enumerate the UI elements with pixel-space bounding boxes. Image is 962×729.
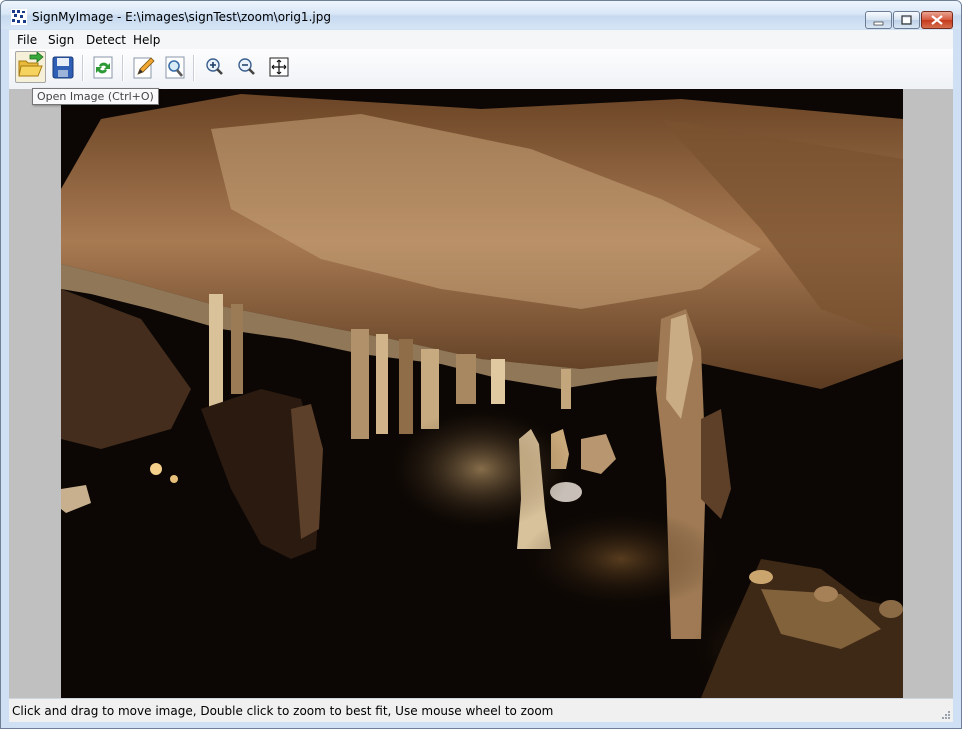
status-bar: Click and drag to move image, Double cli…	[9, 698, 953, 722]
window-title: SignMyImage - E:\images\signTest\zoom\or…	[32, 10, 331, 24]
title-bar[interactable]: SignMyImage - E:\images\signTest\zoom\or…	[1, 1, 961, 29]
save-image-button[interactable]	[49, 53, 77, 81]
zoom-in-button[interactable]	[201, 53, 229, 81]
toolbar-separator	[193, 55, 195, 81]
menu-sign[interactable]: Sign	[48, 33, 74, 47]
refresh-icon	[93, 56, 113, 79]
toolbar-separator	[122, 55, 124, 81]
menu-file[interactable]: File	[17, 33, 37, 47]
sign-pencil-icon	[133, 57, 155, 79]
zoom-in-icon	[206, 58, 223, 75]
fit-to-window-icon	[269, 57, 289, 77]
close-button[interactable]	[921, 11, 953, 29]
app-window: SignMyImage - E:\images\signTest\zoom\or…	[0, 0, 962, 729]
open-image-button[interactable]	[15, 51, 46, 83]
open-image-tooltip: Open Image (Ctrl+O)	[32, 88, 159, 105]
menu-detect[interactable]: Detect	[86, 33, 126, 47]
detect-button[interactable]	[161, 53, 189, 81]
menu-help[interactable]: Help	[133, 33, 160, 47]
detect-magnifier-icon	[165, 56, 185, 79]
sign-button[interactable]	[129, 53, 157, 81]
restore-icon	[901, 15, 912, 25]
zoom-out-icon	[238, 58, 255, 75]
zoom-out-button[interactable]	[233, 53, 261, 81]
status-text: Click and drag to move image, Double cli…	[12, 704, 554, 718]
minimize-button[interactable]	[865, 11, 892, 29]
resize-grip-icon[interactable]	[941, 710, 951, 720]
save-disk-icon	[52, 56, 74, 79]
minimize-icon	[873, 21, 884, 26]
restore-button[interactable]	[893, 11, 920, 29]
cave-photo-rendering	[61, 89, 903, 698]
signmyimage-app-icon	[11, 9, 27, 25]
open-folder-icon	[18, 51, 44, 77]
image-viewport[interactable]	[9, 89, 953, 698]
toolbar-separator	[82, 55, 84, 81]
close-icon	[931, 15, 943, 25]
fit-to-window-button[interactable]	[265, 53, 293, 81]
reload-button[interactable]	[89, 53, 117, 81]
menu-bar: File Sign Detect Help	[9, 30, 953, 49]
toolbar	[9, 49, 953, 90]
cave-stalactites-photo[interactable]	[61, 89, 903, 698]
